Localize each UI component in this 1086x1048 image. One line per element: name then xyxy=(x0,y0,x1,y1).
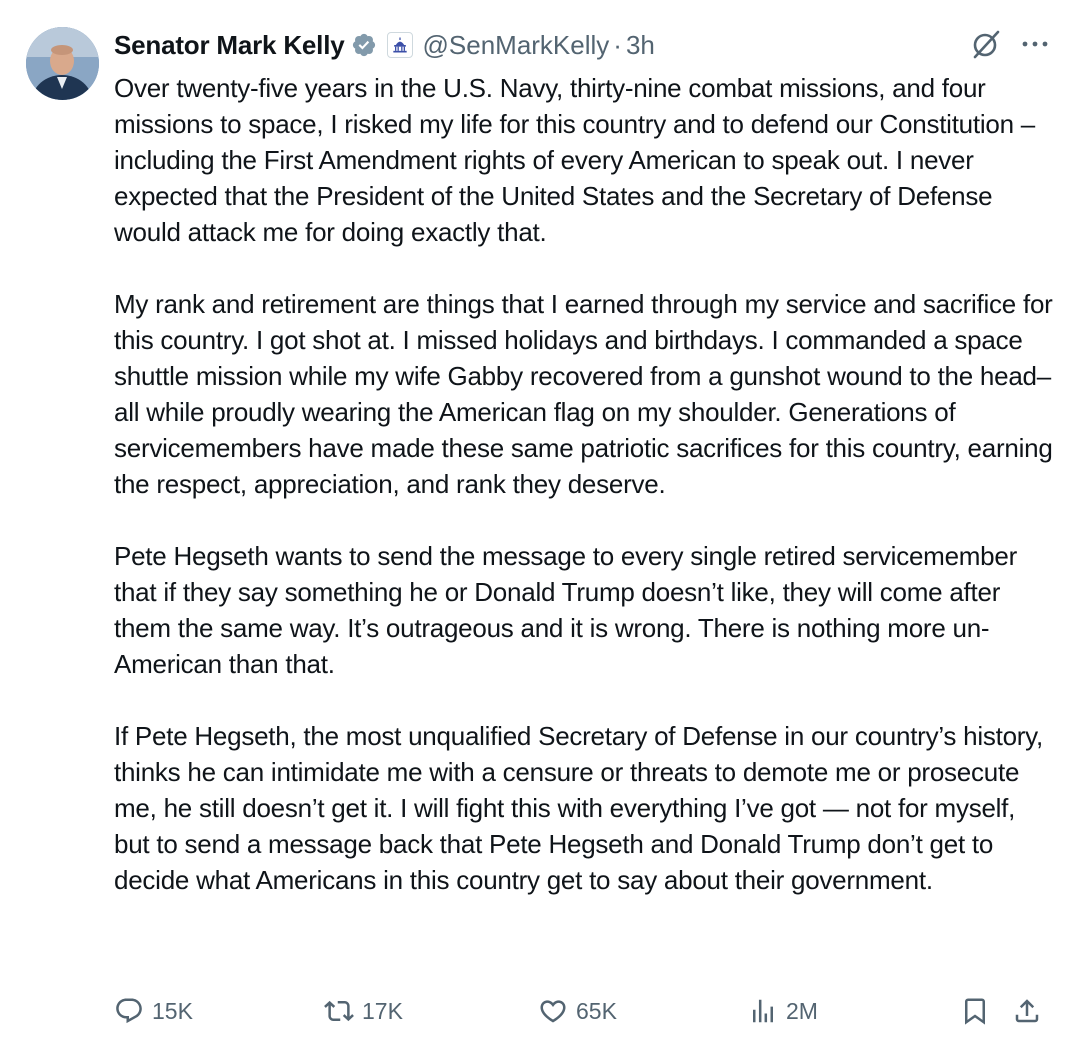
verified-badge-icon[interactable] xyxy=(351,32,377,58)
tweet-paragraph: Over twenty-five years in the U.S. Navy,… xyxy=(114,73,1035,247)
views-count: 2M xyxy=(786,997,818,1024)
author-name[interactable]: Senator Mark Kelly xyxy=(114,30,345,61)
repost-count: 17K xyxy=(362,997,403,1024)
bookmark-button[interactable] xyxy=(960,996,998,1026)
tweet-top-actions xyxy=(970,28,1050,60)
tweet-action-bar: 15K 17K 65K 2M xyxy=(114,990,1050,1034)
separator-dot: · xyxy=(613,29,622,60)
like-button[interactable]: 65K xyxy=(538,996,617,1026)
capitol-building-icon[interactable] xyxy=(386,32,413,58)
share-button[interactable] xyxy=(1012,996,1050,1026)
tweet-text: Over twenty-five years in the U.S. Navy,… xyxy=(114,70,1054,898)
share-icon xyxy=(1015,999,1039,1023)
author-handle[interactable]: @SenMarkKelly xyxy=(423,30,610,61)
views-button[interactable]: 2M xyxy=(748,996,818,1026)
timestamp[interactable]: 3h xyxy=(626,30,655,61)
heart-icon xyxy=(540,1000,566,1023)
tweet-header: Senator Mark Kelly @SenMarkKelly · 3h xyxy=(114,26,655,64)
tweet-paragraph: If Pete Hegseth, the most unqualified Se… xyxy=(114,721,1043,895)
bookmark-icon xyxy=(965,998,985,1025)
avatar[interactable] xyxy=(26,27,99,100)
repost-button[interactable]: 17K xyxy=(324,996,403,1026)
repost-icon xyxy=(324,1000,354,1022)
avatar-photo xyxy=(26,27,99,100)
tweet-paragraph: My rank and retirement are things that I… xyxy=(114,289,1053,499)
grok-icon[interactable] xyxy=(970,28,1002,60)
reply-count: 15K xyxy=(152,997,193,1024)
tweet-paragraph: Pete Hegseth wants to send the message t… xyxy=(114,541,1018,679)
more-options-icon[interactable] xyxy=(1020,29,1050,59)
views-chart-icon xyxy=(753,999,773,1023)
reply-icon xyxy=(116,998,142,1024)
reply-button[interactable]: 15K xyxy=(114,996,193,1026)
like-count: 65K xyxy=(576,997,617,1024)
tweet: Senator Mark Kelly @SenMarkKelly · 3h Ov… xyxy=(0,0,1086,1048)
